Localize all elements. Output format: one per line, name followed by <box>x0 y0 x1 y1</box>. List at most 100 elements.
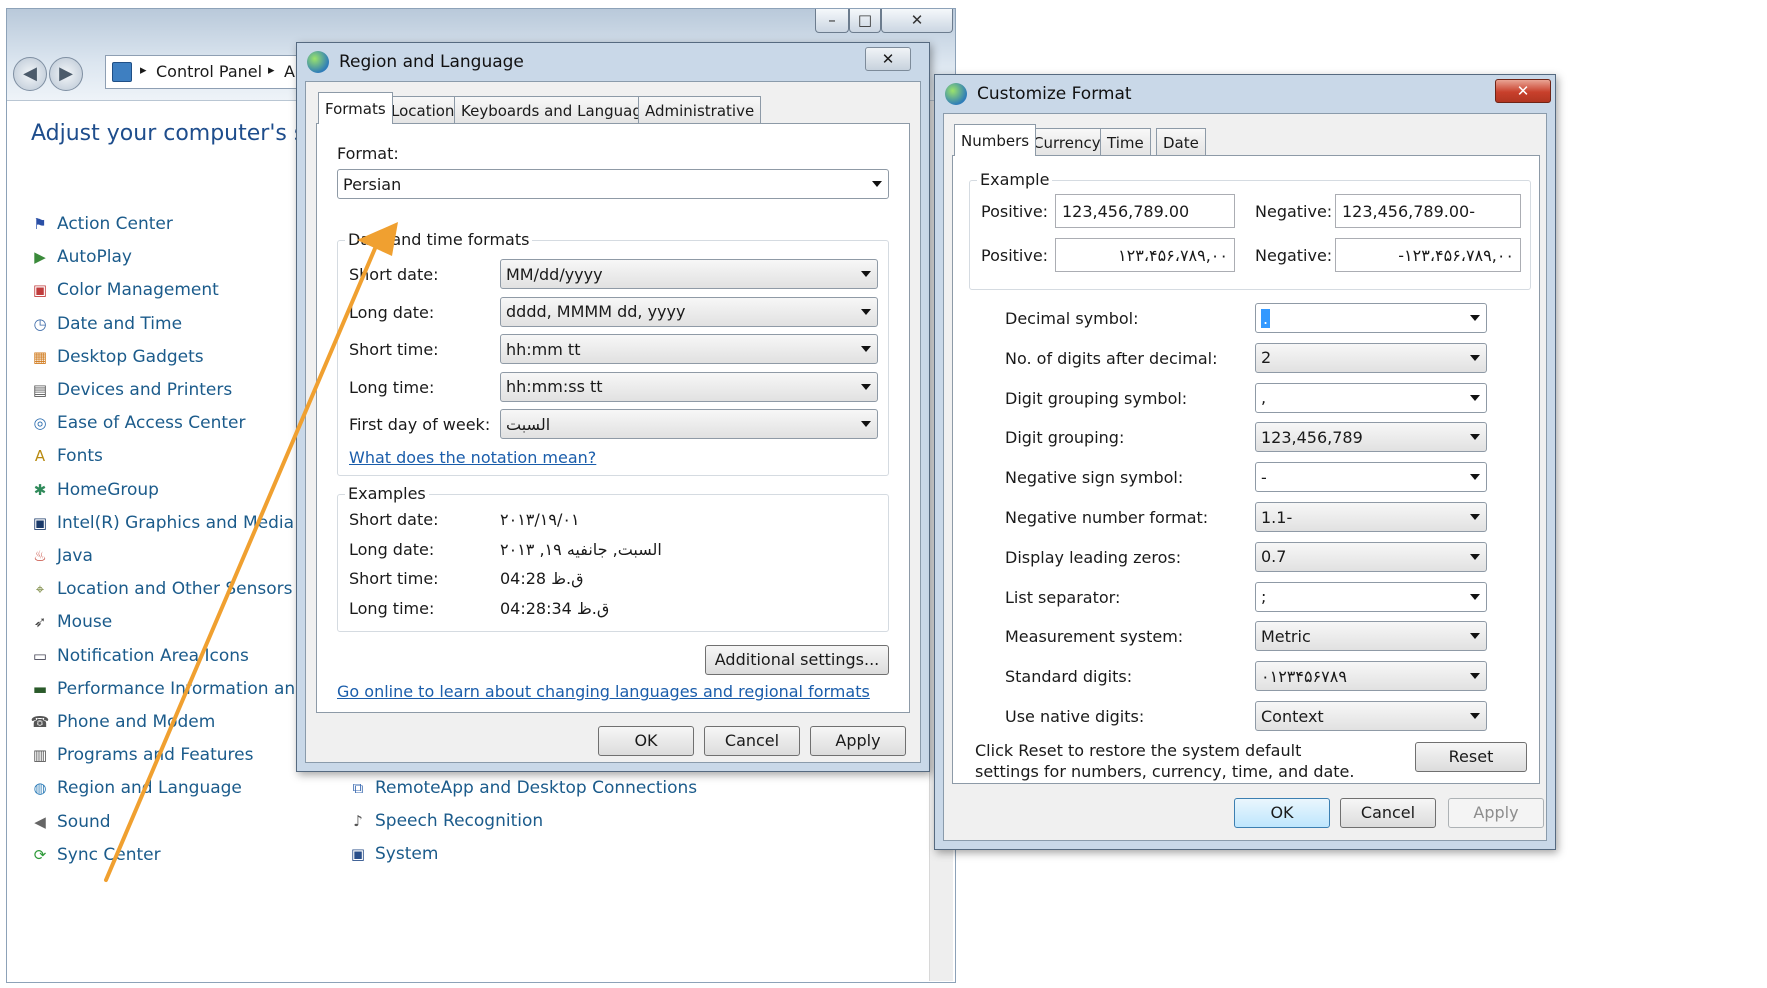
negative-label: Negative: <box>1255 246 1333 265</box>
back-button[interactable]: ◀ <box>13 57 47 91</box>
number-setting-select[interactable]: 0.7 <box>1255 541 1487 572</box>
programs-icon: ▥ <box>32 746 48 765</box>
control-panel-item[interactable]: ▣ Intel(R) Graphics and Media <box>29 509 294 537</box>
control-panel-item[interactable]: ☎ Phone and Modem <box>29 708 216 736</box>
gadgets-icon: ▦ <box>32 347 48 366</box>
tab-label: Numbers <box>961 131 1030 150</box>
tab-administrative[interactable]: Administrative <box>638 96 762 124</box>
number-setting-label: Digit grouping symbol: <box>1005 388 1188 408</box>
number-setting-value: Metric <box>1261 626 1311 646</box>
region-close-button[interactable]: ✕ <box>865 47 911 71</box>
chevron-down-icon <box>1470 394 1480 401</box>
window-close-button[interactable]: ✕ <box>881 9 953 33</box>
customize-format-dialog: Customize Format ✕ Numbers Currency Time… <box>934 74 1556 850</box>
tab-keyboards-languages[interactable]: Keyboards and Languages <box>454 96 666 124</box>
number-setting-select[interactable]: 2 <box>1255 342 1487 373</box>
number-setting-select[interactable]: ۰۱۲۳۴۵۶۷۸۹ <box>1255 661 1487 692</box>
date-format-label: Long date: <box>349 302 435 322</box>
chevron-down-icon <box>861 383 871 390</box>
region-apply-button[interactable]: Apply <box>810 726 906 756</box>
intel-graphics-icon: ▣ <box>32 513 48 532</box>
remoteapp-icon: ⧉ <box>352 779 364 797</box>
control-panel-item[interactable]: ◀ Sound <box>29 808 111 836</box>
example-label: Long date: <box>349 539 435 559</box>
control-panel-item-label: Date and Time <box>57 313 183 334</box>
number-setting-select[interactable]: Metric <box>1255 621 1487 652</box>
tab-time[interactable]: Time <box>1100 128 1151 156</box>
region-cancel-button[interactable]: Cancel <box>704 726 800 756</box>
control-panel-item[interactable]: ▣ System <box>347 840 439 868</box>
number-setting-value: ۰۱۲۳۴۵۶۷۸۹ <box>1261 666 1347 686</box>
control-panel-item[interactable]: ⧉ RemoteApp and Desktop Connections <box>347 774 698 802</box>
control-panel-item[interactable]: ⟳ Sync Center <box>29 841 161 869</box>
date-format-value: dddd, MMMM dd, yyyy <box>506 302 686 321</box>
control-panel-item[interactable]: ♪ Speech Recognition <box>347 807 543 835</box>
speaker-icon: ◀ <box>34 812 46 831</box>
control-panel-item[interactable]: ▶ AutoPlay <box>29 243 132 271</box>
control-panel-item[interactable]: ▦ Desktop Gadgets <box>29 343 204 371</box>
control-panel-item-label: Location and Other Sensors <box>57 579 293 600</box>
date-format-select[interactable]: السبت <box>500 409 878 439</box>
breadcrumb-control-panel[interactable]: Control Panel <box>156 62 262 81</box>
date-format-select[interactable]: hh:mm tt <box>500 334 878 364</box>
number-setting-label: Negative number format: <box>1005 508 1209 527</box>
control-panel-item[interactable]: ⚑ Action Center <box>29 210 173 238</box>
example-label: Example <box>977 170 1053 189</box>
control-panel-item[interactable]: ✱ HomeGroup <box>29 476 159 504</box>
tab-location[interactable]: Location <box>384 96 462 124</box>
forward-button[interactable]: ▶ <box>49 57 83 91</box>
number-setting-select[interactable]: ; <box>1255 581 1487 612</box>
number-setting-select[interactable]: Context <box>1255 701 1487 731</box>
number-setting-select[interactable]: , <box>1255 382 1487 413</box>
control-panel-item-label: Speech Recognition <box>375 811 544 832</box>
region-ok-button[interactable]: OK <box>598 726 694 756</box>
customize-apply-button[interactable]: Apply <box>1448 798 1544 828</box>
control-panel-item[interactable]: ▤ Devices and Printers <box>29 376 232 404</box>
control-panel-item-label: RemoteApp and Desktop Connections <box>375 778 698 798</box>
tab-label: Administrative <box>645 101 755 120</box>
tab-numbers[interactable]: Numbers <box>954 124 1037 156</box>
format-select[interactable]: Persian <box>337 169 889 199</box>
reset-button[interactable]: Reset <box>1415 742 1527 772</box>
chevron-down-icon <box>1470 593 1480 600</box>
chevron-down-icon <box>1470 633 1480 640</box>
control-panel-item[interactable]: ▭ Notification Area Icons <box>29 642 249 670</box>
number-setting-select[interactable]: 123,456,789 <box>1255 422 1487 453</box>
minimize-button[interactable]: – <box>815 9 849 33</box>
online-help-link[interactable]: Go online to learn about changing langua… <box>337 682 870 701</box>
date-format-select[interactable]: MM/dd/yyyy <box>500 259 878 289</box>
tab-currency[interactable]: Currency <box>1026 128 1108 156</box>
example-label: Short time: <box>349 569 439 589</box>
additional-settings-button[interactable]: Additional settings... <box>705 645 889 675</box>
control-panel-item[interactable]: ◍ Region and Language <box>29 774 241 802</box>
customize-ok-button[interactable]: OK <box>1234 798 1330 828</box>
chevron-down-icon <box>861 271 871 277</box>
control-panel-item[interactable]: ▥ Programs and Features <box>29 741 254 769</box>
control-panel-item[interactable]: ▣ Color Management <box>29 276 219 304</box>
notation-link[interactable]: What does the notation mean? <box>349 448 596 467</box>
control-panel-item[interactable]: ➶ Mouse <box>29 608 112 636</box>
number-setting-select[interactable]: 1.1- <box>1255 502 1487 532</box>
number-setting-value: . <box>1261 308 1271 328</box>
monitor-color-icon: ▣ <box>32 281 48 300</box>
tab-formats[interactable]: Formats <box>318 92 393 124</box>
date-format-select[interactable]: hh:mm:ss tt <box>500 371 878 402</box>
date-format-select[interactable]: dddd, MMMM dd, yyyy <box>500 296 878 327</box>
customize-cancel-button[interactable]: Cancel <box>1340 798 1436 828</box>
control-panel-item[interactable]: ⌖ Location and Other Sensors <box>29 575 293 603</box>
maximize-button[interactable]: □ <box>849 9 881 33</box>
customize-close-button[interactable]: ✕ <box>1495 79 1551 103</box>
control-panel-item[interactable]: ◎ Ease of Access Center <box>29 409 245 437</box>
control-panel-item-label: System <box>375 844 439 865</box>
control-panel-item[interactable]: A Fonts <box>29 442 103 470</box>
number-setting-select[interactable]: - <box>1255 462 1487 493</box>
number-setting-select[interactable]: . <box>1255 303 1487 333</box>
fonts-icon: A <box>34 447 46 466</box>
number-setting-label: Use native digits: <box>1005 707 1145 726</box>
control-panel-item[interactable]: ♨ Java <box>29 542 93 570</box>
autoplay-icon: ▶ <box>34 248 46 267</box>
control-panel-item-label: Sound <box>57 811 111 832</box>
tab-date[interactable]: Date <box>1156 128 1206 156</box>
date-format-label: Short date: <box>349 265 439 284</box>
control-panel-item[interactable]: ◷ Date and Time <box>29 310 182 338</box>
